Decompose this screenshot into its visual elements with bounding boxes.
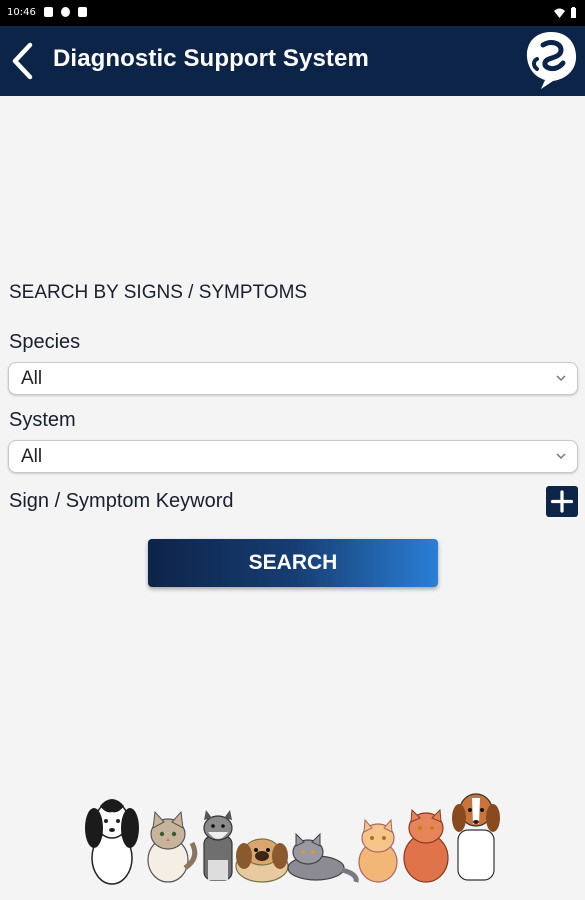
notification-icon [44, 7, 53, 17]
keyword-label: Sign / Symptom Keyword [9, 490, 234, 512]
notification-icon [78, 7, 87, 17]
status-time: 10:46 [7, 7, 36, 18]
back-button[interactable] [6, 39, 42, 83]
system-select-value: All [21, 446, 43, 467]
battery-icon [571, 7, 576, 18]
cat-illustration [287, 832, 359, 883]
status-bar: 10:46 [0, 0, 585, 26]
chevron-down-icon [556, 375, 566, 382]
notification-icons [44, 7, 87, 17]
species-label: Species [9, 331, 81, 353]
system-icons [554, 7, 577, 18]
system-label: System [9, 409, 76, 431]
back-arrow-icon [12, 42, 33, 80]
species-select[interactable]: All [8, 362, 578, 395]
species-select-value: All [21, 368, 43, 389]
brand-logo [526, 32, 577, 89]
dog-illustration [452, 793, 500, 881]
plus-icon [550, 490, 574, 513]
wifi-icon [554, 8, 565, 18]
add-keyword-button[interactable] [546, 486, 578, 517]
system-select[interactable]: All [8, 440, 578, 473]
section-title: SEARCH BY SIGNS / SYMPTOMS [9, 282, 308, 303]
cat-illustration [358, 818, 398, 883]
dog-illustration [203, 810, 233, 881]
notification-icon [61, 7, 70, 17]
search-button[interactable]: SEARCH [148, 539, 438, 587]
dog-illustration [235, 838, 289, 883]
cat-illustration [147, 810, 198, 883]
dog-illustration [85, 799, 139, 885]
page-title: Diagnostic Support System [53, 45, 369, 72]
cat-illustration [403, 808, 449, 883]
app-bar: Diagnostic Support System [0, 26, 585, 96]
chevron-down-icon [556, 453, 566, 460]
pets-illustration [85, 793, 500, 885]
